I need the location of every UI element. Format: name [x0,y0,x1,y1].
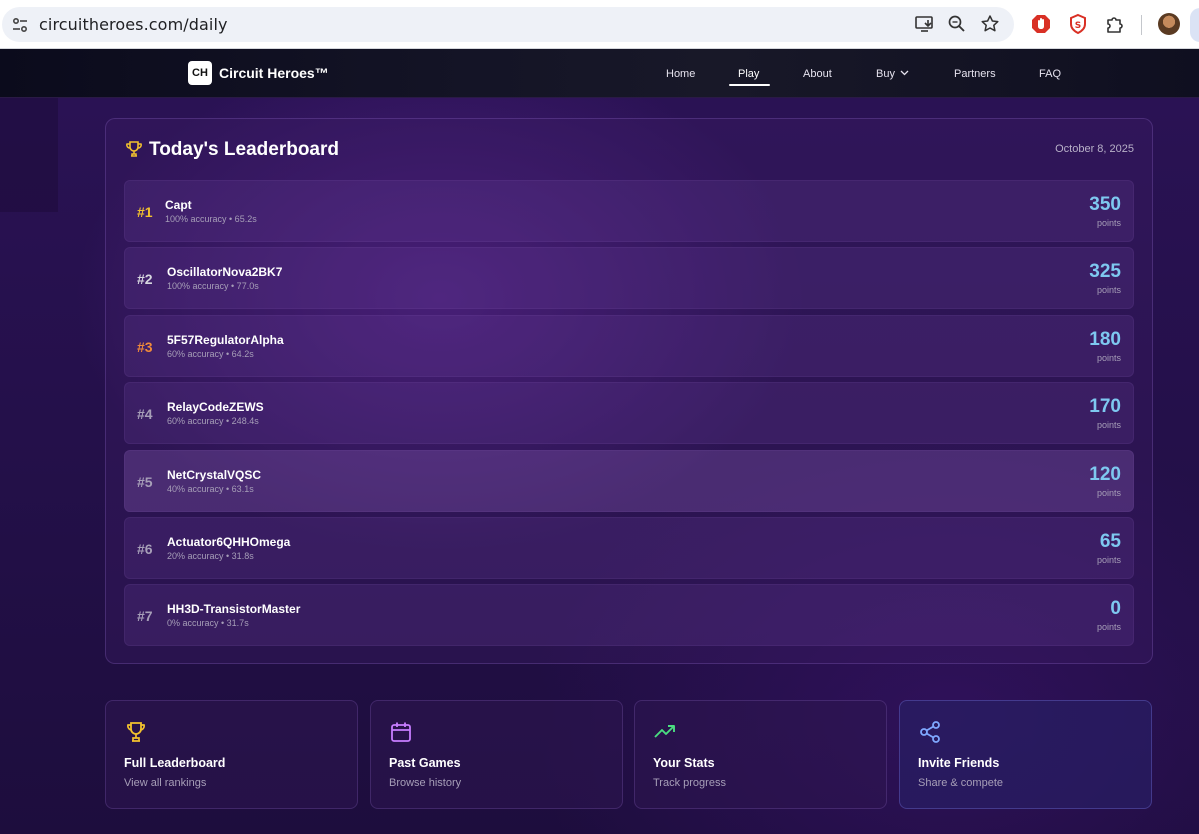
nav-partners[interactable]: Partners [954,68,996,80]
player-stats: 100% accuracy • 77.0s [167,281,259,292]
card-title: Your Stats [653,756,715,770]
calendar-icon [391,722,411,742]
invite-friends-card[interactable]: Invite Friends Share & compete [899,700,1152,809]
leaderboard-row[interactable]: #6 Actuator6QHHOmega 20% accuracy • 31.8… [124,516,1134,579]
leaderboard-row[interactable]: #7 HH3D-TransistorMaster 0% accuracy • 3… [124,584,1134,647]
adblock-extension-icon[interactable] [1030,13,1052,35]
bookmark-star-icon[interactable] [979,13,1001,35]
player-name: Capt [165,198,192,212]
leaderboard-date: October 8, 2025 [1055,143,1134,155]
extensions-puzzle-icon[interactable] [1104,13,1126,35]
nav-buy[interactable]: Buy [876,68,909,80]
nav-home[interactable]: Home [666,68,695,80]
toolbar-divider [1141,15,1142,35]
player-name: NetCrystalVQSC [167,467,262,482]
site-header: CH Circuit Heroes™ Home Play About Buy P… [0,49,1199,98]
points-label: points [1096,554,1121,565]
player-name: RelayCodeZEWS [167,400,264,415]
chevron-down-icon [900,70,909,76]
card-subtitle: View all rankings [124,777,207,789]
background-panel [0,98,58,212]
brand-name[interactable]: Circuit Heroes™ [219,65,329,81]
player-name: OscillatorNova2BK7 [167,265,283,280]
rank-number: #7 [137,608,153,625]
card-subtitle: Share & compete [918,777,1003,789]
player-stats: 100% accuracy • 65.2s [165,214,257,224]
points-label: points [1096,218,1121,228]
points-label: points [1096,622,1121,633]
profile-avatar[interactable] [1158,13,1180,35]
points-label: points [1096,487,1121,498]
player-stats: 20% accuracy • 31.8s [167,550,254,561]
nav-buy-label: Buy [876,68,895,80]
player-stats: 60% accuracy • 64.2s [167,348,254,359]
player-stats: 60% accuracy • 248.4s [167,416,259,427]
leaderboard-card: Today's Leaderboard October 8, 2025 #1 C… [105,118,1153,664]
address-bar[interactable]: circuitheroes.com/daily [2,7,1014,42]
player-score: 0 [1110,598,1121,620]
player-score: 65 [1099,530,1121,552]
card-title: Full Leaderboard [124,756,226,770]
player-name: Actuator6QHHOmega [167,534,291,549]
card-title: Past Games [389,756,461,770]
card-subtitle: Track progress [653,777,726,789]
trophy-icon [126,141,142,157]
svg-text:S: S [1075,21,1081,31]
card-title: Invite Friends [918,756,1000,770]
profile-button[interactable] [1190,8,1199,42]
browser-toolbar: circuitheroes.com/daily S [0,0,1199,49]
full-leaderboard-card[interactable]: Full Leaderboard View all rankings [105,700,358,809]
player-score: 170 [1089,396,1121,418]
install-app-icon[interactable] [914,13,936,35]
rank-number: #1 [137,204,153,220]
trending-up-icon [654,725,675,738]
points-label: points [1096,352,1121,363]
nav-active-indicator [729,84,770,86]
past-games-card[interactable]: Past Games Browse history [370,700,623,809]
your-stats-card[interactable]: Your Stats Track progress [634,700,887,809]
rank-number: #6 [137,540,153,557]
leaderboard-row[interactable]: #3 5F57RegulatorAlpha 60% accuracy • 64.… [124,314,1134,377]
player-stats: 0% accuracy • 31.7s [167,618,249,629]
rank-number: #4 [137,406,153,423]
leaderboard-row[interactable]: #5 NetCrystalVQSC 40% accuracy • 63.1s 1… [124,449,1134,512]
player-score: 180 [1089,328,1121,350]
rank-number: #2 [137,271,153,288]
shield-extension-icon[interactable]: S [1067,13,1089,35]
nav-about[interactable]: About [803,68,832,80]
site-settings-icon[interactable] [10,15,30,35]
player-name: 5F57RegulatorAlpha [167,332,284,347]
rank-number: #5 [137,473,153,490]
share-icon [920,721,940,743]
points-label: points [1096,285,1121,296]
player-name: HH3D-TransistorMaster [167,602,301,617]
leaderboard-title: Today's Leaderboard [149,139,339,160]
trophy-icon [127,722,145,742]
points-label: points [1096,420,1121,431]
player-stats: 40% accuracy • 63.1s [167,483,254,494]
player-score: 350 [1089,194,1121,215]
nav-play[interactable]: Play [738,68,759,80]
leaderboard-row[interactable]: #2 OscillatorNova2BK7 100% accuracy • 77… [124,247,1134,310]
player-score: 120 [1089,463,1121,485]
leaderboard-row[interactable]: #4 RelayCodeZEWS 60% accuracy • 248.4s 1… [124,382,1134,445]
leaderboard-list: #1 Capt 100% accuracy • 65.2s 350 points… [124,180,1134,652]
url-text[interactable]: circuitheroes.com/daily [39,15,228,34]
nav-faq[interactable]: FAQ [1039,68,1061,80]
leaderboard-row[interactable]: #1 Capt 100% accuracy • 65.2s 350 points [124,180,1134,242]
card-subtitle: Browse history [389,777,462,789]
logo-mark[interactable]: CH [188,61,212,85]
rank-number: #3 [137,338,153,355]
player-score: 325 [1089,261,1121,283]
zoom-icon[interactable] [946,13,968,35]
